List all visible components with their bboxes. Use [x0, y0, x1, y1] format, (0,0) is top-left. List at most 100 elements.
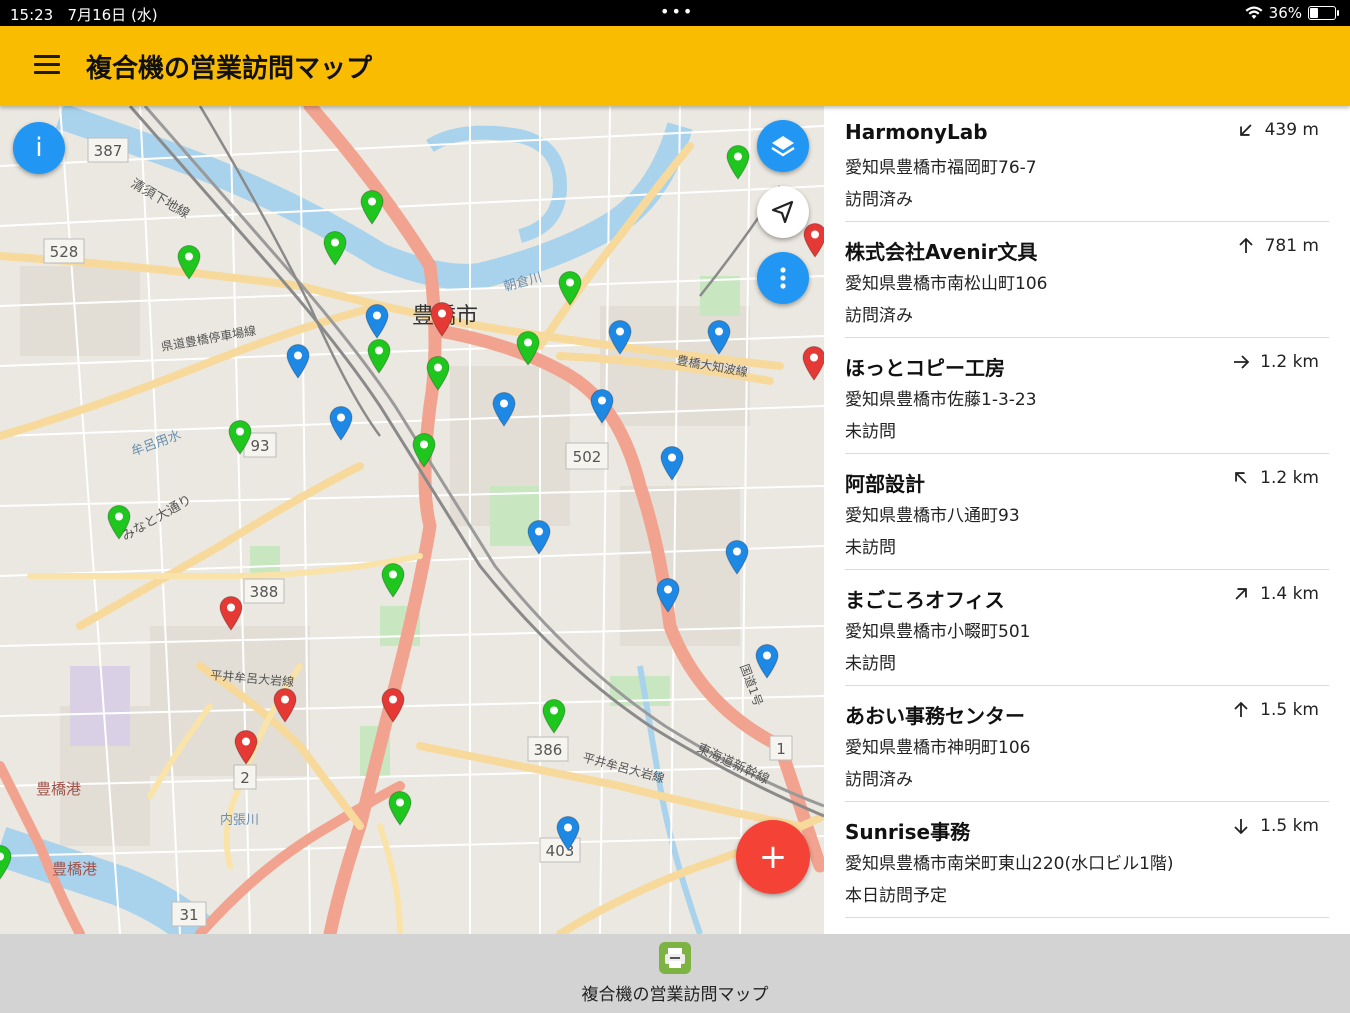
blue-map-pin-icon[interactable] [706, 319, 732, 355]
customer-address: 愛知県豊橋市南松山町106 [845, 274, 1048, 294]
distance: 781 m [1237, 236, 1319, 256]
green-map-pin-icon[interactable] [515, 330, 541, 366]
status-time: 15:23 7月16日 (水) [10, 6, 158, 24]
green-map-pin-icon[interactable] [387, 790, 413, 826]
map-view[interactable]: 387 528 93 388 502 386 403 31 2 1 豊橋市 清須… [0, 106, 824, 934]
distance-value: 1.2 km [1260, 468, 1319, 488]
green-map-pin-icon[interactable] [359, 189, 385, 225]
visit-status: 未訪問 [845, 538, 896, 558]
direction-arrow-icon [1238, 237, 1253, 253]
distance-value: 1.5 km [1260, 816, 1319, 836]
red-map-pin-icon[interactable] [801, 345, 824, 381]
green-map-pin-icon[interactable] [725, 144, 751, 180]
layers-icon [771, 136, 795, 157]
multitask-dots[interactable]: ••• [660, 2, 694, 21]
river-label-uchiura: 内張川 [220, 812, 259, 828]
list-item[interactable]: ほっとコピー工房 愛知県豊橋市佐藤1-3-23 未訪問 1.2 km [845, 338, 1329, 454]
app-bar: 複合機の営業訪問マップ [0, 26, 1350, 106]
green-map-pin-icon[interactable] [106, 504, 132, 540]
red-map-pin-icon[interactable] [380, 687, 406, 723]
distance-value: 781 m [1264, 236, 1319, 256]
customer-name: まごころオフィス [845, 588, 1005, 612]
direction-arrow-icon [1235, 588, 1247, 600]
red-map-pin-icon[interactable] [218, 595, 244, 631]
red-map-pin-icon[interactable] [429, 301, 455, 337]
customer-address: 愛知県豊橋市八通町93 [845, 506, 1020, 526]
distance: 1.4 km [1232, 584, 1319, 604]
green-map-pin-icon[interactable] [0, 844, 13, 880]
route-label-1: 1 [776, 740, 786, 758]
route-label-528: 528 [50, 243, 79, 261]
list-item[interactable]: 阿部設計愛知県豊橋市八通町93 未訪問 1.2 km [845, 454, 1329, 570]
distance-value: 1.5 km [1260, 700, 1319, 720]
red-map-pin-icon[interactable] [233, 729, 259, 765]
green-map-pin-icon[interactable] [322, 230, 348, 266]
blue-map-pin-icon[interactable] [328, 405, 354, 441]
route-label-31: 31 [179, 906, 198, 924]
list-item[interactable]: Sunrise事務 愛知県豊橋市南栄町東山220(水口ビル1階) 本日訪問予定 1.5… [845, 802, 1329, 918]
blue-map-pin-icon[interactable] [285, 343, 311, 379]
blue-map-pin-icon[interactable] [555, 815, 581, 851]
red-map-pin-icon[interactable] [272, 687, 298, 723]
route-label-502: 502 [573, 448, 602, 466]
add-location-button[interactable]: + [736, 820, 810, 894]
customer-name: Sunrise事務 [845, 820, 971, 844]
menu-button[interactable] [34, 55, 60, 77]
visit-status: 未訪問 [845, 422, 896, 442]
blue-map-pin-icon[interactable] [491, 391, 517, 427]
list-item[interactable]: あおい事務センター 愛知県豊橋市神明町106 訪問済み 1.5 km [845, 686, 1329, 802]
list-item[interactable]: まごころオフィス 愛知県豊橋市小畷町501 未訪問 1.4 km [845, 570, 1329, 686]
green-map-pin-icon[interactable] [176, 244, 202, 280]
blue-map-pin-icon[interactable] [724, 539, 750, 575]
customer-name: あおい事務センター [845, 704, 1025, 728]
place-label-toyoko: 豊橋港 [36, 780, 81, 798]
green-map-pin-icon[interactable] [411, 432, 437, 468]
customer-name: 株式会社Avenir文具 [845, 240, 1038, 264]
blue-map-pin-icon[interactable] [589, 388, 615, 424]
layers-button[interactable] [757, 120, 809, 172]
blue-map-pin-icon[interactable] [364, 303, 390, 339]
status-right: 36% [1245, 4, 1339, 22]
visit-status: 訪問済み [845, 190, 913, 210]
list-item[interactable]: HarmonyLab 愛知県豊橋市福岡町76-7 訪問済み 439 m [845, 106, 1329, 222]
list-item[interactable]: 株式会社Avenir文具愛知県豊橋市南松山町106 訪問済み 781 m [845, 222, 1329, 338]
visit-status: 訪問済み [845, 306, 913, 326]
app-title: 複合機の営業訪問マップ [86, 54, 373, 84]
green-map-pin-icon[interactable] [366, 338, 392, 374]
visit-status: 本日訪問予定 [845, 886, 947, 906]
red-map-pin-icon[interactable] [802, 222, 824, 258]
tab-visit-map[interactable]: 複合機の営業訪問マップ [560, 942, 790, 1008]
distance: 1.2 km [1232, 468, 1319, 488]
blue-map-pin-icon[interactable] [659, 445, 685, 481]
green-map-pin-icon[interactable] [541, 698, 567, 734]
info-button[interactable]: i [13, 122, 65, 174]
green-map-pin-icon[interactable] [227, 419, 253, 455]
more-options-button[interactable] [757, 252, 809, 304]
printer-app-icon [659, 942, 691, 974]
blue-map-pin-icon[interactable] [754, 643, 780, 679]
direction-arrow-icon [1234, 701, 1248, 717]
route-label-387: 387 [94, 142, 123, 160]
wifi-icon [1245, 6, 1263, 19]
direction-arrow-icon [1235, 472, 1247, 484]
customer-list[interactable]: HarmonyLab 愛知県豊橋市福岡町76-7 訪問済み 439 m 株式会社Aven… [824, 106, 1350, 934]
my-location-button[interactable] [757, 186, 809, 238]
distance: 1.2 km [1232, 352, 1319, 372]
route-label-388: 388 [250, 583, 279, 601]
green-map-pin-icon[interactable] [557, 270, 583, 306]
place-label-toyoko-2: 豊橋港 [52, 860, 97, 878]
green-map-pin-icon[interactable] [425, 355, 451, 391]
green-map-pin-icon[interactable] [380, 562, 406, 598]
info-icon: i [35, 133, 43, 163]
distance-value: 439 m [1264, 120, 1319, 140]
plus-icon: + [758, 837, 788, 877]
blue-map-pin-icon[interactable] [526, 519, 552, 555]
customer-address: 愛知県豊橋市福岡町76-7 [845, 158, 1037, 178]
blue-map-pin-icon[interactable] [655, 577, 681, 613]
direction-arrow-icon [1239, 124, 1252, 136]
distance: 1.5 km [1232, 700, 1319, 720]
visit-status: 未訪問 [845, 654, 896, 674]
customer-name: 阿部設計 [845, 472, 925, 496]
blue-map-pin-icon[interactable] [607, 319, 633, 355]
tab-label: 複合機の営業訪問マップ [581, 985, 769, 1005]
